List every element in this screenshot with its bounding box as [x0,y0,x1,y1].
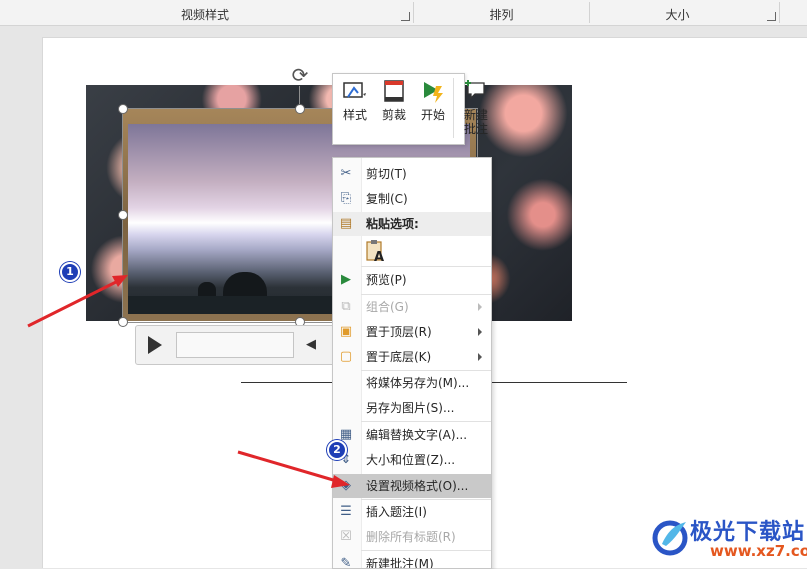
comment-icon: ✎ [340,556,352,569]
delete-captions-icon: ☒ [340,529,352,544]
dialog-launcher-icon[interactable] [401,12,410,21]
playback-progress-bar[interactable] [176,332,294,358]
new-comment-icon [456,78,496,108]
bring-front-icon: ▣ [339,324,353,339]
menu-header-paste-options: ▤ 粘贴选项: [333,212,491,236]
menu-item-edit-alt-text[interactable]: ▦ 编辑替换文字(A)... [333,423,491,447]
svg-text:A: A [374,250,384,263]
resize-handle-w[interactable] [118,210,128,220]
resize-handle-n[interactable] [295,104,305,114]
ribbon-group-video-styles: 视频样式 [0,0,410,25]
watermark-url: www.xz7.com [710,542,807,560]
menu-item-copy[interactable]: ⎘ 复制(C) [333,187,491,211]
menu-item-new-comment[interactable]: ✎ 新建批注(M) [333,552,491,569]
menu-separator [361,421,491,422]
paste-keep-text-icon[interactable]: A [365,239,387,265]
menu-item-send-to-back[interactable]: ▢ 置于底层(K) [333,345,491,369]
resize-handle-nw[interactable] [118,104,128,114]
context-menu: ✂ 剪切(T) ⎘ 复制(C) ▤ 粘贴选项: A ▶ 预览(P) ⧉ 组合(G… [332,157,492,569]
caption-icon: ☰ [340,504,352,519]
step-callout-2: 2 [327,440,347,460]
play-icon: ▶ [341,272,351,287]
submenu-arrow-icon [478,303,482,311]
ribbon-group-size: 大小 [590,0,765,25]
menu-item-preview[interactable]: ▶ 预览(P) [333,268,491,292]
submenu-arrow-icon [478,328,482,336]
trim-video-icon [376,78,412,108]
ribbon-group-arrange: 排列 [414,0,589,25]
menu-item-insert-caption[interactable]: ☰ 插入题注(I) [333,500,491,524]
scissors-icon: ✂ [340,166,352,181]
ribbon-group-label: 排列 [489,8,514,22]
menu-separator [361,550,491,551]
text-underline [241,382,332,383]
ribbon-separator [779,2,780,23]
paste-icon: ▤ [339,216,353,231]
dialog-launcher-icon[interactable] [767,12,776,21]
ribbon-bar: 视频样式 排列 大小 [0,0,807,26]
start-button[interactable]: 开始 [415,78,451,138]
step-callout-1: 1 [60,262,80,282]
send-back-icon: ▢ [339,349,353,364]
play-icon[interactable] [148,336,162,354]
watermark: 极光下载站 www.xz7.com [650,512,807,562]
ribbon-group-label: 大小 [665,8,690,22]
group-icon: ⧉ [341,299,351,314]
menu-item-save-media-as[interactable]: 将媒体另存为(M)... [333,371,491,395]
watermark-logo-icon [652,520,688,556]
menu-item-format-video[interactable]: ◈ 设置视频格式(O)... [333,474,491,498]
menu-separator [361,266,491,267]
start-icon [415,78,451,108]
menu-item-cut[interactable]: ✂ 剪切(T) [333,162,491,186]
trim-video-button[interactable]: 剪裁 [376,78,412,138]
rotate-handle-icon[interactable]: ⟳ [289,64,311,86]
menu-item-save-as-picture[interactable]: 另存为图片(S)... [333,396,491,420]
format-video-icon: ◈ [341,478,351,493]
menu-item-size-and-position[interactable]: ⇕ 大小和位置(Z)... [333,448,491,472]
media-player-bar: ◀ [135,325,337,365]
new-comment-button[interactable]: 新建 批注 [456,78,496,138]
resize-handle-sw[interactable] [118,317,128,327]
text-underline [490,382,627,383]
rotate-handle-stem [299,86,300,104]
menu-item-delete-all-captions: ☒ 删除所有标题(R) [333,525,491,549]
copy-icon: ⎘ [340,191,352,206]
menu-item-bring-to-front[interactable]: ▣ 置于顶层(R) [333,320,491,344]
ribbon-group-label: 视频样式 [180,8,229,22]
submenu-arrow-icon [478,353,482,361]
minibar-separator [453,78,454,138]
style-button[interactable]: 样式 [337,78,373,138]
mini-toolbar: 样式 剪裁 开始 新建 批注 [332,73,488,145]
menu-item-group: ⧉ 组合(G) [333,295,491,319]
video-style-icon [337,78,373,108]
step-back-icon[interactable]: ◀ [306,337,316,352]
